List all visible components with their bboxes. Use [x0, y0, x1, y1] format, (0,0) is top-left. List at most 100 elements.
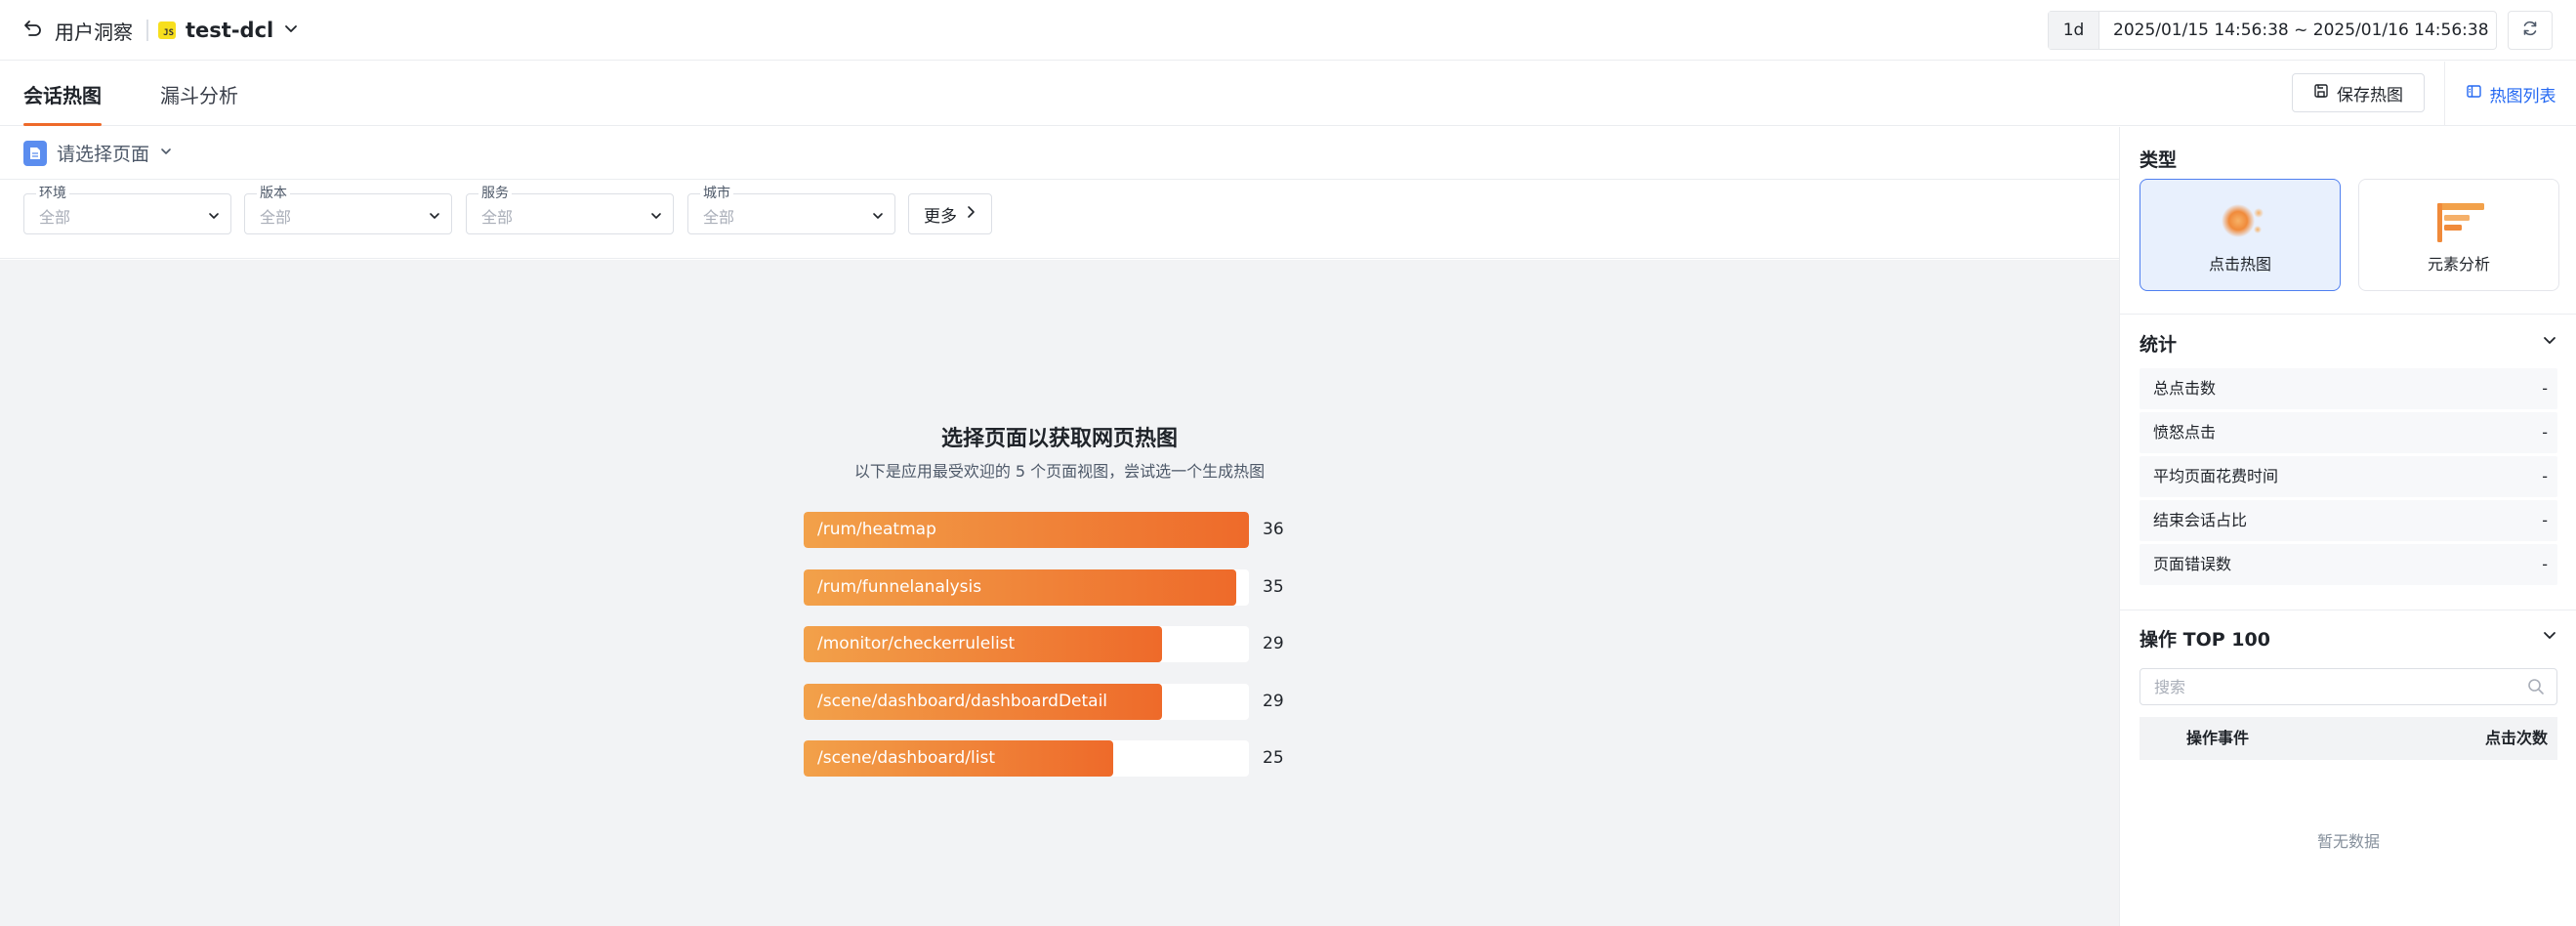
tab-bar: 会话热图 漏斗分析 保存热图 热图列表 — [0, 62, 2576, 126]
stat-row: 页面错误数 - — [2140, 544, 2557, 585]
time-range-text[interactable]: 2025/01/15 14:56:38 ~ 2025/01/16 14:56:3… — [2099, 21, 2489, 40]
bar-value: 25 — [1263, 748, 1284, 768]
type-section-title: 类型 — [2140, 149, 2178, 171]
bar-label: /rum/funnelanalysis — [817, 576, 982, 597]
heatmap-list-label: 热图列表 — [2489, 86, 2556, 106]
app-switcher[interactable]: JS test-dcl — [146, 16, 299, 45]
ops-search-box — [2140, 668, 2557, 705]
top-page-bar-row[interactable]: /scene/dashboard/dashboardDetail 29 — [804, 683, 1292, 720]
top-page-bar-row[interactable]: /rum/heatmap 36 — [804, 512, 1292, 548]
bar-value: 29 — [1263, 634, 1284, 653]
right-panel: 类型 点击热图 元素分析 统计 总点击数 - 愤怒点击 - 平均页面花费时间 -… — [2119, 127, 2576, 926]
filter-value: 全部 — [39, 208, 71, 227]
chevron-right-icon — [965, 204, 976, 224]
ops-section-title: 操作 TOP 100 — [2140, 629, 2270, 651]
page-select-row: 请选择页面 — [0, 127, 2119, 180]
bar-value: 29 — [1263, 691, 1284, 711]
stats-section-title: 统计 — [2140, 334, 2178, 356]
chevron-down-icon — [159, 143, 173, 163]
filter-version[interactable]: 版本 全部 — [244, 186, 452, 234]
save-heatmap-button[interactable]: 保存热图 — [2292, 73, 2425, 112]
top-bar: 用户洞察 JS test-dcl 1d 2025/01/15 14:56:38 … — [0, 0, 2576, 61]
bar-track: /scene/dashboard/list — [804, 740, 1249, 777]
filter-label: 版本 — [257, 186, 290, 201]
page-select-dropdown[interactable]: 请选择页面 — [23, 140, 173, 166]
list-panel-icon — [2466, 83, 2482, 105]
chevron-down-icon — [207, 207, 221, 228]
divider — [146, 20, 148, 41]
heatmap-list-button[interactable]: 热图列表 — [2444, 62, 2576, 126]
bar-label: /scene/dashboard/list — [817, 748, 995, 768]
undo-arrow-icon — [23, 19, 43, 43]
empty-text: 暂无数据 — [2316, 832, 2380, 851]
main-content: 选择页面以获取网页热图 以下是应用最受欢迎的 5 个页面视图，尝试选一个生成热图… — [0, 260, 2119, 926]
filter-value: 全部 — [703, 208, 735, 227]
empty-state-title: 选择页面以获取网页热图 — [940, 427, 1178, 451]
type-element-analysis[interactable]: 元素分析 — [2358, 179, 2559, 291]
bar-value: 36 — [1263, 520, 1284, 539]
page-select-placeholder: 请选择页面 — [57, 144, 150, 165]
tab-funnel-analysis[interactable]: 漏斗分析 — [160, 62, 238, 126]
filter-value: 全部 — [260, 208, 292, 227]
back-label: 用户洞察 — [55, 20, 133, 44]
time-range-picker[interactable]: 1d 2025/01/15 14:56:38 ~ 2025/01/16 14:5… — [2048, 11, 2497, 50]
bar-label: /monitor/checkerrulelist — [817, 634, 1016, 653]
top-page-bar-row[interactable]: /monitor/checkerrulelist 29 — [804, 626, 1292, 662]
js-icon: JS — [158, 21, 176, 39]
app-name: test-dcl — [186, 19, 274, 42]
top-page-bar-row[interactable]: /scene/dashboard/list 25 — [804, 740, 1292, 777]
bar-track: /rum/funnelanalysis — [804, 568, 1249, 606]
top-page-bar-row[interactable]: /rum/funnelanalysis 35 — [804, 568, 1292, 606]
bar-track: /scene/dashboard/dashboardDetail — [804, 683, 1249, 720]
stat-value: - — [2542, 379, 2548, 398]
time-unit-button[interactable]: 1d — [2049, 12, 2099, 49]
stat-row: 结束会话占比 - — [2140, 500, 2557, 541]
stat-label: 总点击数 — [2153, 379, 2217, 398]
click-heatmap-icon — [2217, 197, 2271, 251]
column-header-event[interactable]: 操作事件 — [2186, 717, 2249, 760]
document-icon — [23, 140, 47, 166]
empty-state-subtitle: 以下是应用最受欢迎的 5 个页面视图，尝试选一个生成热图 — [853, 462, 1266, 481]
more-filters-label: 更多 — [924, 206, 957, 227]
save-icon — [2313, 83, 2329, 104]
chevron-down-icon[interactable] — [2542, 627, 2557, 648]
more-filters-button[interactable]: 更多 — [908, 193, 992, 234]
ops-table-header: 操作事件 点击次数 — [2140, 717, 2557, 760]
chevron-down-icon — [871, 207, 885, 228]
refresh-button[interactable] — [2508, 11, 2553, 50]
ops-search-input[interactable] — [2140, 669, 2512, 704]
tab-session-heatmap[interactable]: 会话热图 — [23, 62, 102, 126]
save-heatmap-label: 保存热图 — [2337, 85, 2403, 105]
type-label: 元素分析 — [2427, 255, 2490, 274]
filter-label: 城市 — [700, 186, 733, 201]
stat-value: - — [2542, 511, 2548, 529]
chevron-down-icon[interactable] — [2542, 332, 2557, 353]
stat-label: 页面错误数 — [2153, 555, 2232, 573]
filter-environment[interactable]: 环境 全部 — [23, 186, 231, 234]
bar-label: /scene/dashboard/dashboardDetail — [817, 691, 1108, 711]
filter-city[interactable]: 城市 全部 — [687, 186, 895, 234]
stat-row: 平均页面花费时间 - — [2140, 456, 2557, 497]
stat-row: 愤怒点击 - — [2140, 412, 2557, 453]
filter-bar: 环境 全部 版本 全部 服务 全部 城市 全部 更多 — [0, 181, 2119, 259]
element-analysis-icon — [2435, 201, 2486, 249]
filter-label: 服务 — [478, 186, 512, 201]
filter-value: 全部 — [481, 208, 514, 227]
type-label: 点击热图 — [2208, 255, 2271, 274]
stat-label: 结束会话占比 — [2153, 511, 2248, 529]
stat-value: - — [2542, 555, 2548, 573]
column-header-clicks[interactable]: 点击次数 — [2485, 717, 2548, 760]
search-icon[interactable] — [2527, 678, 2545, 700]
stat-row: 总点击数 - — [2140, 368, 2557, 409]
stat-value: - — [2542, 423, 2548, 442]
filter-label: 环境 — [36, 186, 69, 201]
back-button[interactable]: 用户洞察 — [23, 16, 133, 45]
divider — [2120, 314, 2576, 315]
bar-track: /monitor/checkerrulelist — [804, 626, 1249, 662]
stat-label: 愤怒点击 — [2153, 423, 2217, 442]
stat-label: 平均页面花费时间 — [2153, 467, 2279, 485]
stat-value: - — [2542, 467, 2548, 485]
type-click-heatmap[interactable]: 点击热图 — [2140, 179, 2341, 291]
bar-label: /rum/heatmap — [817, 520, 936, 539]
filter-service[interactable]: 服务 全部 — [466, 186, 674, 234]
